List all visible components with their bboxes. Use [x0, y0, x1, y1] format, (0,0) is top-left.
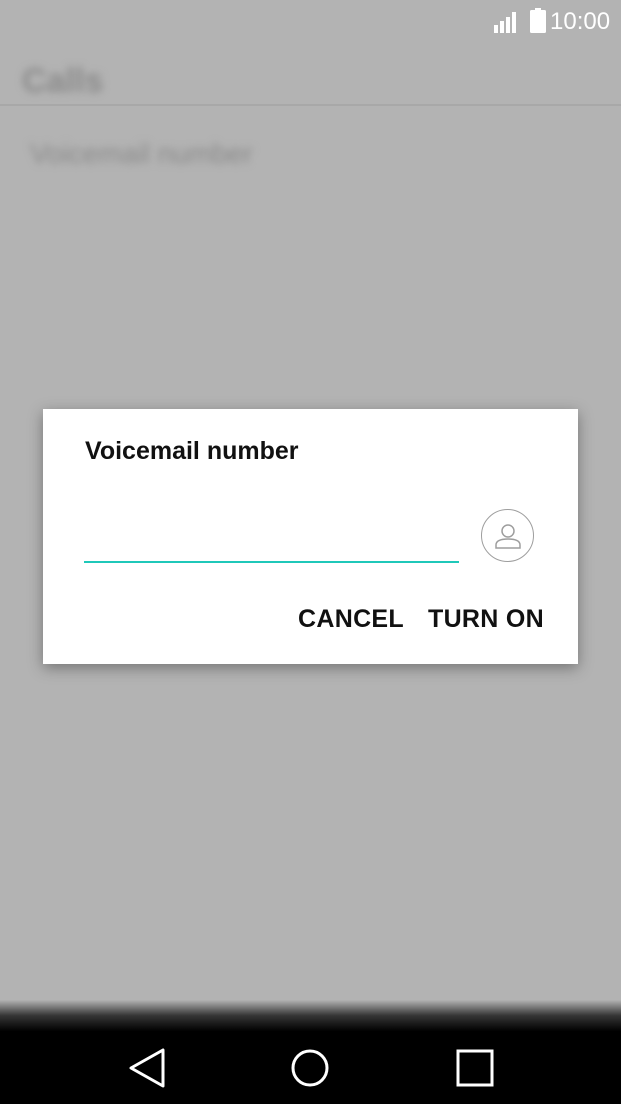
- home-circle-icon[interactable]: [288, 1046, 332, 1090]
- turn-on-button[interactable]: TURN ON: [428, 605, 544, 634]
- status-time: 10:00: [550, 8, 611, 35]
- dialog-title: Voicemail number: [85, 437, 299, 465]
- back-triangle-icon[interactable]: [125, 1046, 169, 1090]
- battery-icon: [530, 8, 546, 33]
- status-bar: 10:00: [0, 0, 621, 44]
- voicemail-dialog: Voicemail number CANCEL TURN ON: [43, 409, 578, 664]
- cancel-button[interactable]: CANCEL: [298, 605, 404, 634]
- background-row: Voicemail number: [0, 128, 621, 186]
- voicemail-number-input[interactable]: [84, 521, 459, 563]
- background-header: Calls: [0, 58, 621, 106]
- contact-picker-button[interactable]: [481, 509, 534, 562]
- recent-apps-square-icon[interactable]: [453, 1046, 497, 1090]
- background-row-text: Voicemail number: [30, 138, 253, 169]
- contact-person-icon: [494, 523, 521, 549]
- signal-icon: [494, 12, 516, 33]
- navigation-bar: [0, 1000, 621, 1104]
- background-title: Calls: [22, 62, 104, 100]
